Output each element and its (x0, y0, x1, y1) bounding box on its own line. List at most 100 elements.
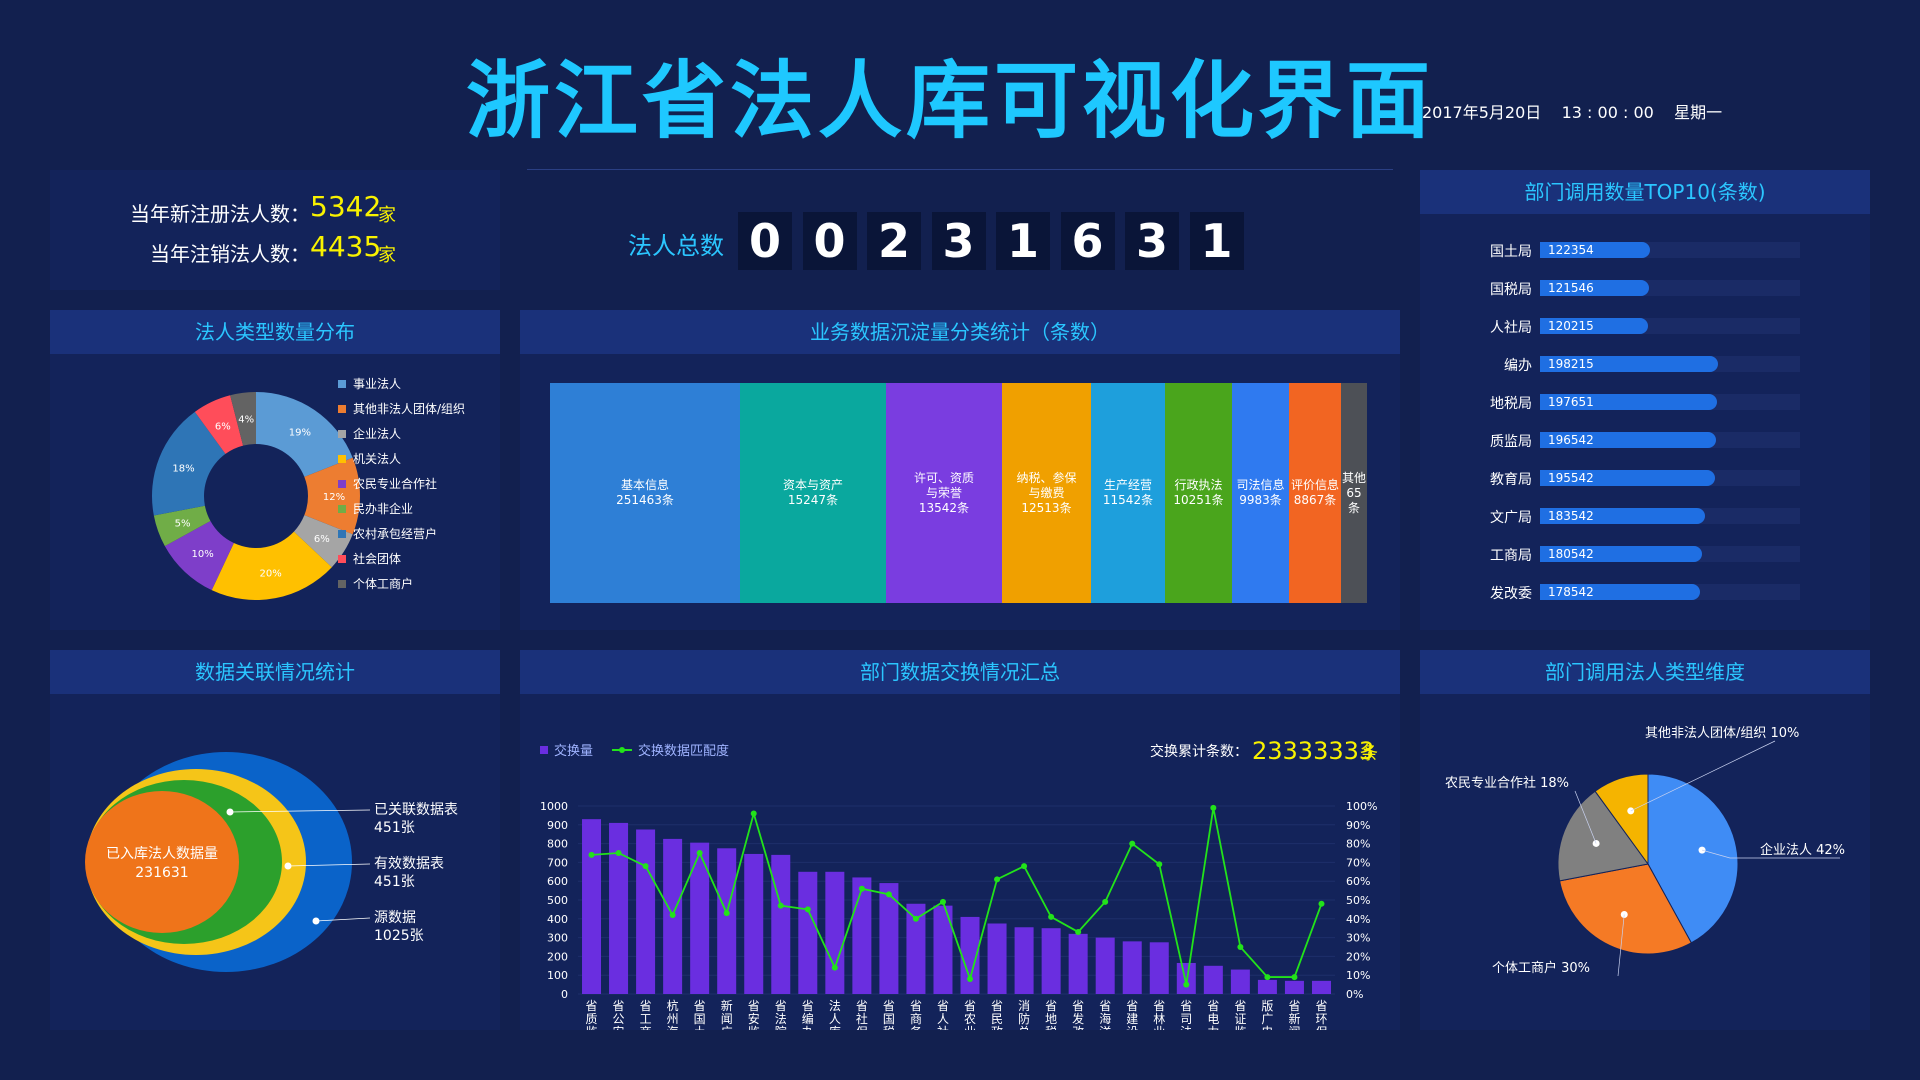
y-right-tick: 50% (1346, 894, 1370, 907)
x-category-label: 省司法厅 (1180, 999, 1192, 1030)
exchange-total-value: 23333333 (1252, 737, 1374, 765)
y-left-tick: 0 (561, 988, 568, 1001)
counter-digit: 6 (1060, 212, 1115, 270)
x-category-label: 省新闻出 (1288, 999, 1300, 1030)
treemap-cell-name: 生产经营 (1103, 478, 1152, 492)
exchange-bar (1230, 969, 1250, 994)
new-registrations-value: 5342 (310, 190, 382, 223)
x-category-label: 省证监局 (1234, 999, 1246, 1030)
match-rate-point (750, 810, 757, 817)
panel-title: 法人类型数量分布 (50, 310, 500, 354)
x-category-label: 省建设厅 (1126, 999, 1138, 1030)
top10-bar-value: 196542 (1548, 433, 1594, 447)
treemap-cell-name: 其他 (1341, 470, 1366, 485)
top10-category-label: 编办 (1504, 358, 1532, 374)
top10-category-label: 国税局 (1490, 282, 1532, 298)
relation-chart: 已入库法人数据量231631已关联数据表451张有效数据表451张源数据1025… (85, 752, 458, 972)
counter-digit: 3 (931, 212, 986, 270)
y-right-tick: 70% (1346, 856, 1370, 869)
pie-slice-label: 个体工商户 30% (1492, 960, 1590, 976)
datetime-display: 2017年5月20日 13 : 00 : 00 星期一 (1422, 103, 1723, 122)
slice-label: 6% (314, 534, 330, 545)
type-distribution-panel: 法人类型数量分布 19% 12% 6% 20% 10% 5% 18% 6% 4% 事业法人 其他非法… (50, 310, 500, 630)
match-rate-point (912, 915, 919, 922)
y-right-tick: 100% (1346, 800, 1377, 813)
treemap-cell-value: 251463条 (616, 493, 674, 507)
legend-label: 机关法人 (353, 452, 401, 466)
legend-label: 其他非法人团体/组织 (353, 402, 465, 416)
exchange-bar (636, 829, 656, 994)
legend-swatch (338, 530, 346, 538)
treemap-cell-label: 资本与资产 15247条 (783, 478, 843, 508)
panel-title: 业务数据沉淀量分类统计（条数） (520, 310, 1400, 354)
top10-bar-value: 180542 (1548, 547, 1594, 561)
exchange-bar (1122, 941, 1142, 994)
treemap-cell-value: 11542条 (1102, 493, 1154, 507)
match-rate-point (669, 912, 676, 919)
legend-label: 社会团体 (353, 551, 401, 566)
panel-title: 数据关联情况统计 (50, 650, 500, 694)
treemap-cell-name: 司法信息 (1236, 478, 1285, 492)
treemap-cell-name: 许可、资质 (913, 470, 974, 485)
exchange-bar (1068, 933, 1088, 994)
top10-category-label: 工商局 (1490, 548, 1532, 564)
x-category-label: 省安监局 (748, 999, 760, 1030)
pie-slice-label: 其他非法人团体/组织 10% (1645, 726, 1799, 741)
cancellations-label: 当年注销法人数： (150, 242, 310, 266)
match-rate-point (885, 891, 892, 898)
x-category-label: 省民政厅 (991, 999, 1003, 1030)
new-registrations-unit: 家 (378, 205, 396, 226)
exchange-bar (690, 842, 710, 994)
y-left-tick: 400 (547, 913, 568, 926)
y-right-tick: 60% (1346, 875, 1370, 888)
match-rate-point (858, 885, 865, 892)
pie-callout-dot (1627, 807, 1635, 815)
y-left-tick: 900 (547, 819, 568, 832)
slice-label: 10% (191, 549, 213, 560)
legend-swatch (338, 405, 346, 413)
match-rate-point (994, 876, 1001, 883)
data-relation-panel: 数据关联情况统计 已入库法人数据量 231631 已关联数据表 451张 有效数据表 45… (50, 650, 500, 1030)
match-rate-point (1021, 863, 1028, 870)
treemap-cell-name: 评价信息 (1290, 478, 1339, 492)
callout-name: 源数据 (374, 910, 416, 926)
x-category-label: 省海洋局 (1099, 999, 1111, 1030)
legend-label: 企业法人 (353, 426, 401, 441)
top10-bar-value: 183542 (1548, 509, 1594, 523)
x-category-label: 新闻广电局 (721, 998, 733, 1030)
callout-value: 451张 (374, 820, 415, 836)
legend-swatch (338, 455, 346, 463)
legend-swatch (338, 480, 346, 488)
total-legal-persons-label: 法人总数 (628, 232, 724, 260)
treemap-cell: 其他 65条 (1341, 383, 1367, 603)
x-category-label: 省国税局 (883, 999, 895, 1030)
treemap-cell-name: 纳税、参保 (1016, 470, 1077, 485)
legend-label: 事业法人 (353, 377, 401, 391)
y-right-tick: 20% (1346, 950, 1370, 963)
legend-line-marker (619, 747, 625, 753)
y-right-tick: 30% (1346, 932, 1370, 945)
relation-core-value: 231631 (135, 865, 188, 881)
legend-swatch-bar (540, 746, 548, 754)
counter-digit: 2 (867, 212, 921, 270)
x-category-label: 省编办 (802, 999, 814, 1030)
top10-category-label: 人社局 (1490, 320, 1532, 336)
match-rate-point (967, 975, 974, 982)
counter-digit: 0 (802, 212, 857, 270)
y-left-tick: 100 (547, 969, 568, 982)
exchange-bar (825, 871, 845, 994)
legend-label: 交换数据匹配度 (638, 743, 729, 759)
exchange-bar (744, 853, 764, 994)
exchange-bar (717, 848, 737, 994)
exchange-bar (582, 819, 602, 994)
match-rate-point (777, 902, 784, 909)
exchange-bar (1149, 942, 1169, 994)
treemap-cell-value: 12513条 (1021, 500, 1072, 515)
y-left-tick: 600 (547, 875, 568, 888)
relation-ellipse (85, 791, 239, 933)
match-rate-point (831, 964, 838, 971)
match-rate-point (1102, 898, 1109, 905)
match-rate-point (1156, 861, 1163, 868)
top10-bar-value: 120215 (1548, 319, 1594, 333)
top10-category-label: 教育局 (1490, 472, 1532, 488)
